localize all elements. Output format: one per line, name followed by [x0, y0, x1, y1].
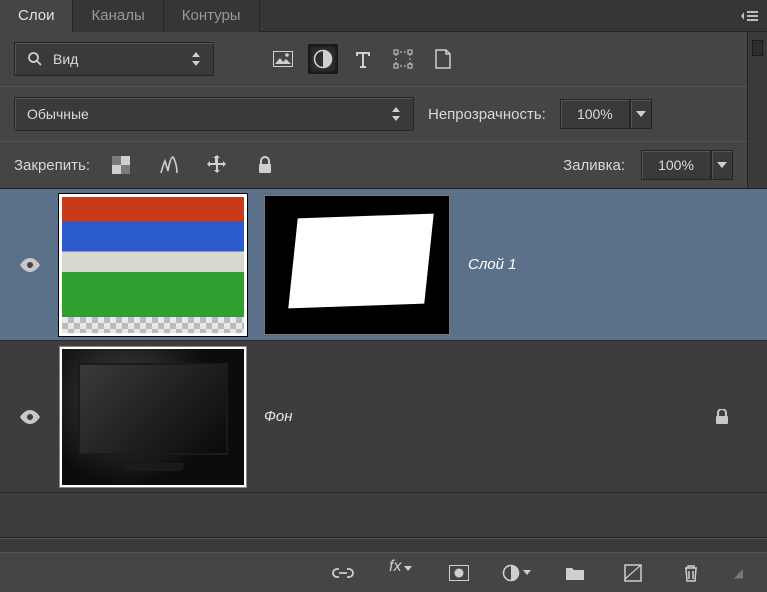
filter-toggle-switch[interactable]	[752, 40, 763, 56]
filter-smartobject-icon[interactable]	[428, 44, 458, 74]
layer-kind-filter[interactable]: Вид	[14, 42, 214, 76]
new-group-button[interactable]	[560, 558, 590, 588]
layer-row[interactable]: Слой 1	[0, 189, 767, 341]
layer-row[interactable]: Фон	[0, 341, 767, 493]
eye-icon	[20, 258, 40, 272]
lock-fill-row: Закрепить: Заливка:	[0, 142, 747, 188]
layer-lock-icon[interactable]	[707, 409, 737, 425]
new-adjustment-button[interactable]	[502, 558, 532, 588]
filter-pixel-icon[interactable]	[268, 44, 298, 74]
opacity-dropdown[interactable]	[630, 99, 652, 129]
fill-dropdown[interactable]	[711, 150, 733, 180]
layer-thumbnail[interactable]	[60, 347, 246, 487]
layer-effects-button[interactable]: fx	[386, 558, 416, 588]
tab-layers[interactable]: Слои	[0, 0, 73, 32]
panel-tabs: Слои Каналы Контуры	[0, 0, 767, 32]
tab-paths[interactable]: Контуры	[164, 0, 260, 32]
panel-menu-button[interactable]	[731, 0, 767, 32]
updown-icon	[191, 52, 201, 66]
resize-grip-icon[interactable]: ◢	[734, 566, 741, 580]
link-layers-button[interactable]	[328, 558, 358, 588]
blend-mode-label: Обычные	[27, 106, 89, 122]
layers-footer: fx ◢	[0, 552, 767, 592]
opacity-value[interactable]: 100%	[560, 99, 630, 129]
opacity-label: Непрозрачность:	[428, 106, 546, 123]
eye-icon	[20, 410, 40, 424]
scroll-track[interactable]	[0, 538, 767, 552]
lock-image-icon[interactable]	[154, 150, 184, 180]
layer-name[interactable]: Фон	[264, 408, 293, 425]
search-icon	[27, 51, 43, 67]
panel-sidebar	[747, 32, 767, 188]
lock-transparency-icon[interactable]	[106, 150, 136, 180]
filter-row: Вид	[0, 32, 747, 86]
layer-thumbnail[interactable]	[60, 195, 246, 335]
filter-shape-icon[interactable]	[388, 44, 418, 74]
updown-icon	[391, 107, 401, 121]
filter-adjustment-icon[interactable]	[308, 44, 338, 74]
filter-type-icon[interactable]	[348, 44, 378, 74]
kind-label: Вид	[53, 51, 78, 67]
lock-all-icon[interactable]	[250, 150, 280, 180]
delete-layer-button[interactable]	[676, 558, 706, 588]
blend-opacity-row: Обычные Непрозрачность: 100%	[0, 87, 747, 141]
visibility-toggle[interactable]	[20, 410, 40, 424]
add-mask-button[interactable]	[444, 558, 474, 588]
tab-channels[interactable]: Каналы	[73, 0, 163, 32]
blend-mode-select[interactable]: Обычные	[14, 97, 414, 131]
layer-mask-thumbnail[interactable]	[264, 195, 450, 335]
fill-value[interactable]: 100%	[641, 150, 711, 180]
layer-name[interactable]: Слой 1	[468, 256, 517, 273]
layers-panel: Слои Каналы Контуры Вид	[0, 0, 767, 592]
filter-type-buttons	[268, 44, 458, 74]
new-layer-button[interactable]	[618, 558, 648, 588]
layer-list: Слой 1 Фон	[0, 188, 767, 538]
lock-position-icon[interactable]	[202, 150, 232, 180]
visibility-toggle[interactable]	[20, 258, 40, 272]
lock-label: Закрепить:	[14, 157, 90, 174]
fill-label: Заливка:	[563, 157, 625, 174]
